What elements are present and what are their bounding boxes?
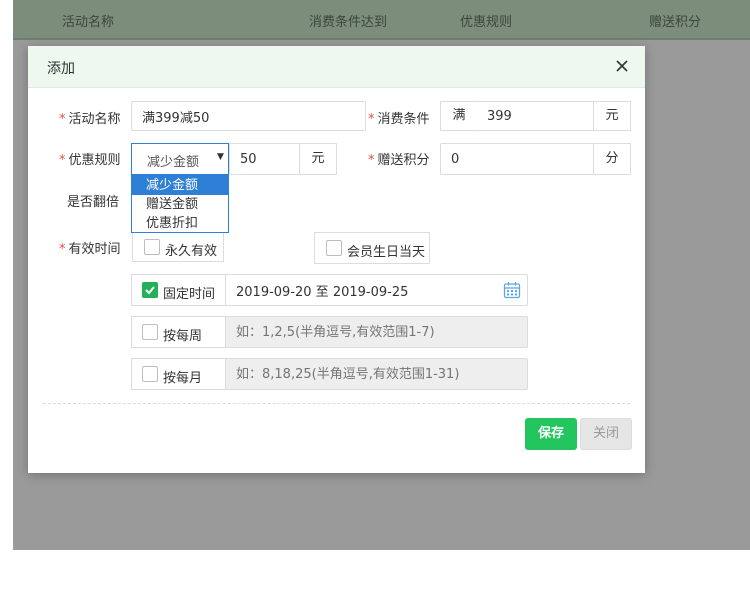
double-label: 是否翻倍 (67, 195, 120, 210)
weekly-option[interactable]: 按每周 (131, 316, 226, 348)
condition-unit: 元 (593, 101, 631, 131)
condition-label: * 消费条件 (368, 112, 430, 127)
rule-label: * 优惠规则 (59, 153, 121, 168)
monthly-checkbox[interactable] (142, 366, 158, 382)
validity-label: * 有效时间 (59, 242, 121, 257)
column-header-condition: 消费条件达到 (309, 15, 388, 30)
column-header-name: 活动名称 (62, 15, 115, 30)
chevron-down-icon: ▼ (217, 152, 224, 162)
column-header-points: 赠送积分 (649, 15, 702, 30)
fixed-time-label: 固定时间 (163, 287, 216, 302)
weekly-days-input[interactable] (225, 316, 528, 348)
footer-divider (43, 403, 630, 404)
points-unit: 分 (593, 143, 631, 175)
activity-name-input[interactable] (131, 101, 366, 131)
condition-amount-input[interactable] (477, 101, 594, 131)
dropdown-option[interactable]: 优惠折扣 (132, 214, 228, 233)
fixed-time-option[interactable]: 固定时间 (131, 274, 226, 306)
monthly-option[interactable]: 按每月 (131, 358, 226, 390)
close-button[interactable]: 关闭 (580, 418, 632, 450)
rule-amount-input[interactable] (229, 143, 301, 175)
monthly-days-input[interactable] (225, 358, 528, 390)
fixed-time-checkbox[interactable] (142, 282, 158, 298)
rule-dropdown-list: 减少金额 赠送金额 优惠折扣 (131, 175, 229, 233)
activity-name-label: * 活动名称 (59, 112, 121, 127)
add-activity-modal: 添加 *活动名称 *消费条件 满 元 *优惠规则 减少金额 ▼ 元 *赠送积分 … (28, 46, 645, 473)
dropdown-option[interactable]: 减少金额 (132, 176, 228, 195)
fixed-time-range-input[interactable] (225, 274, 528, 306)
rule-select-value: 减少金额 (147, 155, 200, 170)
rule-select[interactable]: 减少金额 ▼ (131, 143, 229, 175)
calendar-icon[interactable] (503, 281, 521, 299)
dropdown-option[interactable]: 赠送金额 (132, 195, 228, 214)
table-header: 活动名称 消费条件达到 优惠规则 赠送积分 (13, 0, 750, 40)
condition-prefix: 满 (440, 101, 478, 131)
rule-unit: 元 (299, 143, 337, 175)
points-input[interactable] (440, 143, 595, 175)
column-header-rule: 优惠规则 (460, 15, 513, 30)
modal-title: 添加 (47, 61, 75, 77)
check-icon (145, 286, 155, 295)
weekly-checkbox[interactable] (142, 324, 158, 340)
save-button[interactable]: 保存 (525, 418, 577, 450)
weekly-label: 按每周 (163, 329, 203, 344)
member-birthday-option[interactable]: 会员生日当天 (314, 232, 430, 264)
close-icon[interactable] (613, 57, 631, 75)
points-label: * 赠送积分 (368, 153, 430, 168)
modal-header: 添加 (28, 46, 645, 88)
forever-valid-checkbox[interactable] (144, 239, 160, 255)
member-birthday-label: 会员生日当天 (347, 245, 426, 260)
forever-valid-option[interactable]: 永久有效 (132, 232, 224, 262)
member-birthday-checkbox[interactable] (326, 240, 342, 256)
monthly-label: 按每月 (163, 371, 203, 386)
forever-valid-label: 永久有效 (165, 244, 218, 259)
